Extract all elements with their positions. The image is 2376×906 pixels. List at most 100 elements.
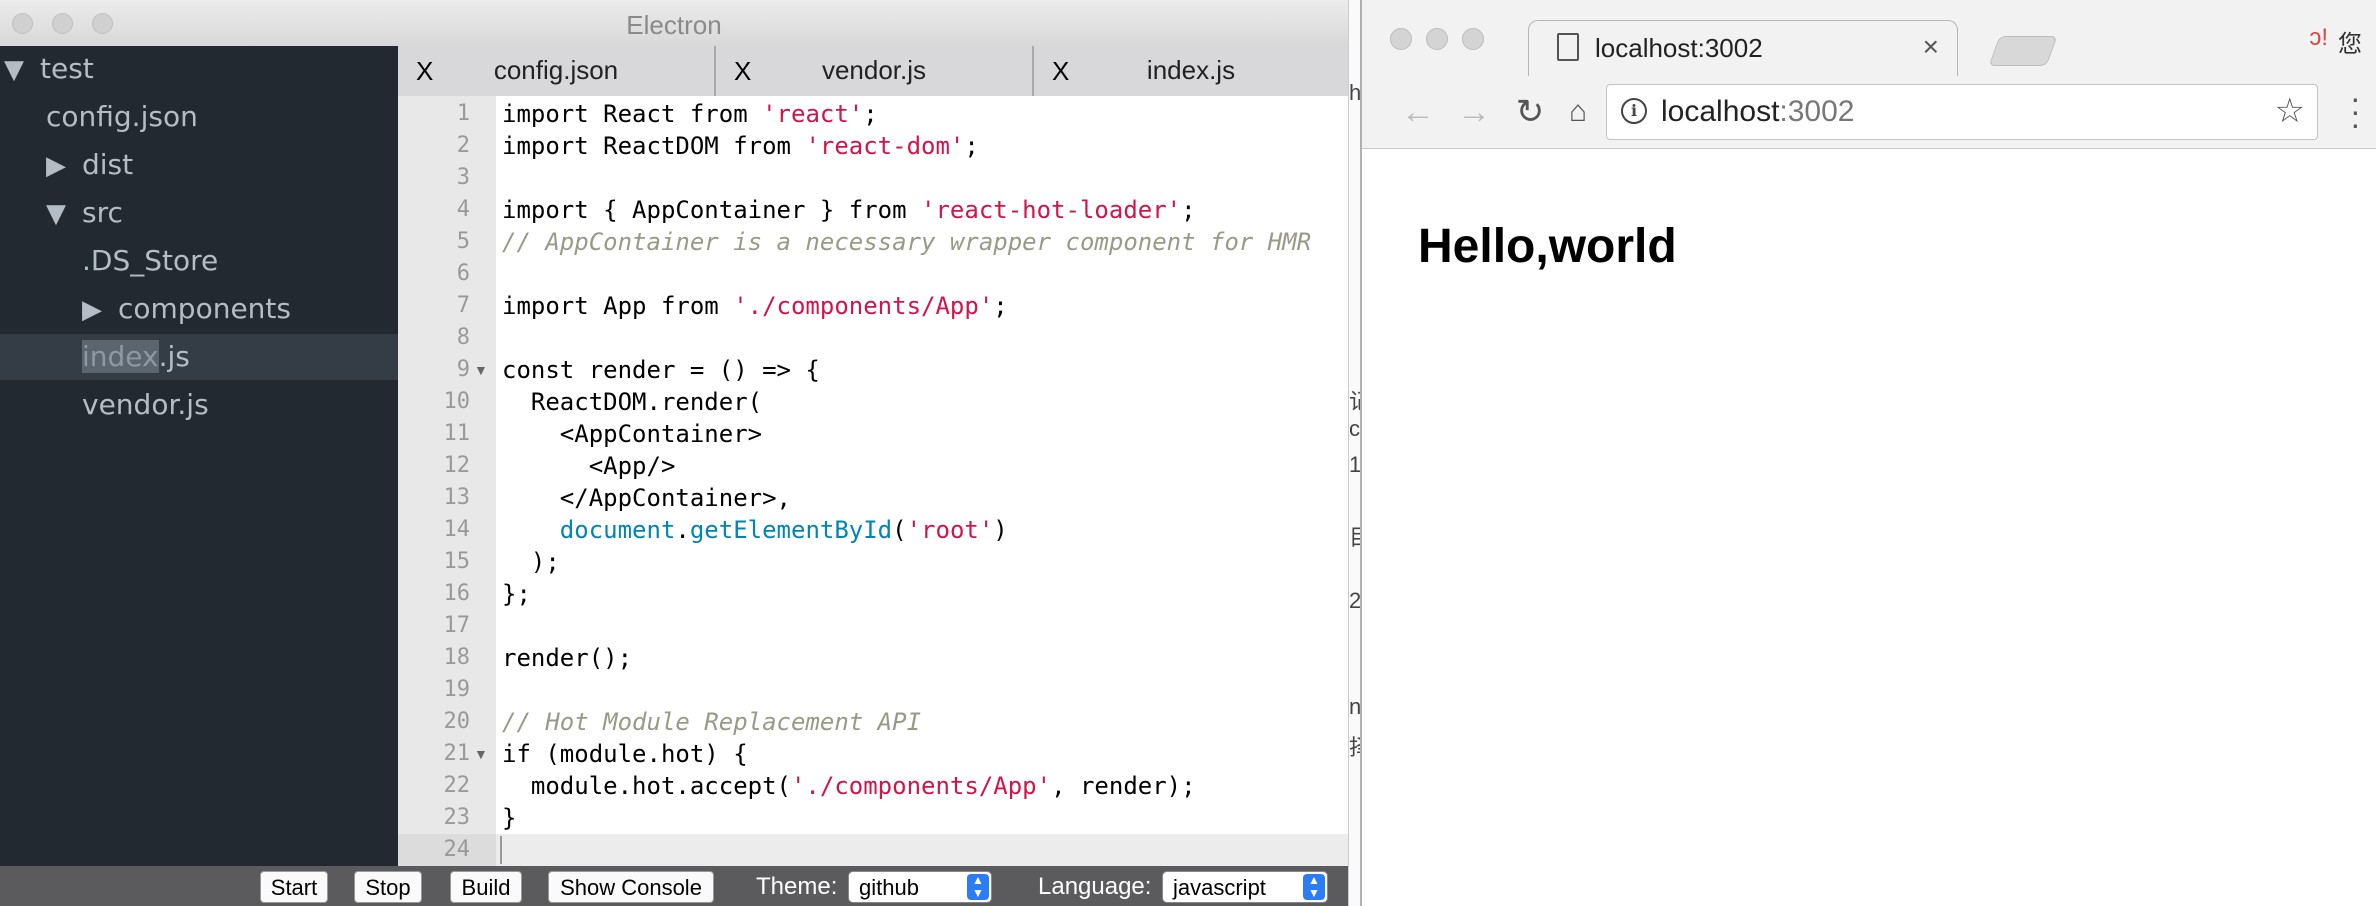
- chrome-window: localhost:3002 × ↄ! 您 ← → ↻ ⌂ i localhos…: [1360, 0, 2376, 906]
- line-number: 11: [443, 421, 471, 446]
- fold-arrow-icon[interactable]: ▼: [474, 354, 488, 386]
- menu-dots-icon[interactable]: · · ·: [2350, 82, 2361, 140]
- tree-item[interactable]: ▼ test: [0, 46, 398, 92]
- line-number-gutter: 1 2 3 4 5 6 7 8 9 ▼ 10 11 12 13 14 15 16 17 18 19 20 21 ▼ 22 23 2…: [398, 96, 496, 866]
- bottom-toolbar: Start Stop Build Show Console Theme: git…: [0, 866, 1348, 906]
- code-line: import { AppContainer } from 'react-hot-…: [502, 196, 1196, 224]
- page-heading: Hello,world: [1418, 220, 1677, 273]
- line-number: 18: [443, 645, 471, 670]
- theme-label: Theme:: [756, 873, 838, 900]
- line-number: 20: [443, 709, 471, 734]
- line-number: 16: [443, 581, 471, 606]
- profile-text[interactable]: 您: [2338, 24, 2362, 59]
- browser-tab[interactable]: localhost:3002 ×: [1528, 20, 1958, 76]
- tab-config-json[interactable]: X config.json: [398, 46, 716, 96]
- zoom-window-button[interactable]: [1462, 28, 1484, 50]
- line-number: 7: [456, 293, 470, 318]
- code-area[interactable]: import React from 'react'; import ReactDO…: [496, 96, 1348, 866]
- code-line: </AppContainer>,: [502, 484, 791, 512]
- home-icon[interactable]: ⌂: [1558, 92, 1598, 132]
- line-number: 21: [443, 741, 471, 766]
- info-icon[interactable]: i: [1621, 98, 1647, 124]
- tree-item[interactable]: ▼ src: [0, 190, 398, 236]
- language-label: Language:: [1038, 873, 1152, 900]
- tab-title: localhost:3002: [1595, 33, 1763, 63]
- bookmark-star-icon[interactable]: ☆: [2275, 91, 2305, 131]
- line-number: 23: [443, 805, 471, 830]
- caret-down-icon[interactable]: ▼: [46, 191, 82, 237]
- tree-item[interactable]: ▶ components: [0, 286, 398, 332]
- tree-item[interactable]: index.js: [0, 334, 398, 380]
- fold-arrow-icon[interactable]: ▼: [474, 738, 488, 770]
- code-line: module.hot.accept('./components/App', re…: [502, 772, 1196, 800]
- code-line: );: [502, 548, 560, 576]
- line-number: 10: [443, 389, 471, 414]
- back-icon[interactable]: ←: [1398, 92, 1438, 132]
- caret-right-icon[interactable]: ▶: [82, 287, 118, 333]
- line-number: 14: [443, 517, 471, 542]
- code-line: };: [502, 580, 531, 608]
- address-bar[interactable]: i localhost:3002 ☆: [1606, 84, 2318, 140]
- tree-item[interactable]: config.json: [0, 94, 398, 140]
- start-button[interactable]: Start: [260, 871, 328, 903]
- tree-item[interactable]: .DS_Store: [0, 238, 398, 284]
- line-number: 24: [443, 837, 471, 862]
- line-number: 3: [456, 165, 470, 190]
- build-button[interactable]: Build: [450, 871, 522, 903]
- caret-down-icon[interactable]: ▼: [4, 47, 40, 93]
- close-tab-icon[interactable]: ×: [1923, 31, 1939, 63]
- line-number: 5: [456, 229, 470, 254]
- tree-item-label: src: [82, 196, 123, 229]
- tree-item-label-highlight: index: [82, 340, 159, 373]
- line-number: 12: [443, 453, 471, 478]
- select-arrows-icon: ▲ ▼: [967, 874, 989, 900]
- tree-item[interactable]: vendor.js: [0, 382, 398, 428]
- language-select[interactable]: javascript ▲ ▼: [1162, 871, 1328, 903]
- tree-item[interactable]: ▶ dist: [0, 142, 398, 188]
- line-number: 17: [443, 613, 471, 638]
- line-number: 2: [456, 133, 470, 158]
- line-number: 15: [443, 549, 471, 574]
- code-line: // AppContainer is a necessary wrapper c…: [502, 228, 1312, 256]
- line-number: 9: [456, 357, 470, 382]
- line-number: 4: [456, 197, 470, 222]
- url-text[interactable]: localhost:3002: [1661, 95, 1854, 129]
- code-line: import App from './components/App';: [502, 292, 1008, 320]
- tree-item-label: config.json: [46, 100, 198, 133]
- tree-item-label: vendor.js: [82, 388, 209, 421]
- electron-window: Electron ▼ test config.json ▶ dist ▼ src .DS_St…: [0, 0, 1348, 906]
- tab-index-js[interactable]: X index.js: [1034, 46, 1348, 96]
- tab-label: vendor.js: [821, 55, 927, 85]
- tab-vendor-js[interactable]: X vendor.js: [716, 46, 1034, 96]
- code-line: const render = () => {: [502, 356, 820, 384]
- forward-icon[interactable]: →: [1454, 92, 1494, 132]
- tree-item-label: components: [118, 292, 291, 325]
- reload-icon[interactable]: ↻: [1510, 92, 1550, 132]
- electron-titlebar: Electron: [0, 0, 1348, 47]
- code-line: import ReactDOM from 'react-dom';: [502, 132, 979, 160]
- code-line: // Hot Module Replacement API: [502, 708, 922, 736]
- code-line: <AppContainer>: [502, 420, 763, 448]
- code-line: render();: [502, 644, 633, 672]
- code-line: <App/>: [502, 452, 676, 480]
- window-title: Electron: [626, 10, 722, 40]
- show-console-button[interactable]: Show Console: [548, 871, 714, 903]
- stop-button[interactable]: Stop: [354, 871, 422, 903]
- line-number: 8: [456, 325, 470, 350]
- caret-right-icon[interactable]: ▶: [46, 143, 82, 189]
- line-number: 13: [443, 485, 471, 510]
- extension-icon[interactable]: ↄ!: [2309, 24, 2328, 52]
- new-tab-button[interactable]: [1988, 36, 2058, 66]
- line-number: 22: [443, 773, 471, 798]
- theme-select[interactable]: github ▲ ▼: [848, 871, 992, 903]
- tree-item-label: test: [40, 52, 94, 85]
- minimize-window-button[interactable]: [1426, 28, 1448, 50]
- code-line: document.getElementById('root'): [559, 516, 1008, 544]
- select-arrows-icon: ▲ ▼: [1303, 874, 1325, 900]
- text-cursor: [500, 836, 502, 864]
- chrome-frame: localhost:3002 × ↄ! 您 ← → ↻ ⌂ i localhos…: [1362, 0, 2376, 149]
- close-window-button[interactable]: [1390, 28, 1412, 50]
- tab-label: index.js: [1146, 55, 1236, 85]
- page-icon: [1557, 33, 1579, 61]
- code-editor[interactable]: 1 2 3 4 5 6 7 8 9 ▼ 10 11 12 13 14 15 16 17 18 19 20 21 ▼ 22 23 2…: [398, 96, 1348, 866]
